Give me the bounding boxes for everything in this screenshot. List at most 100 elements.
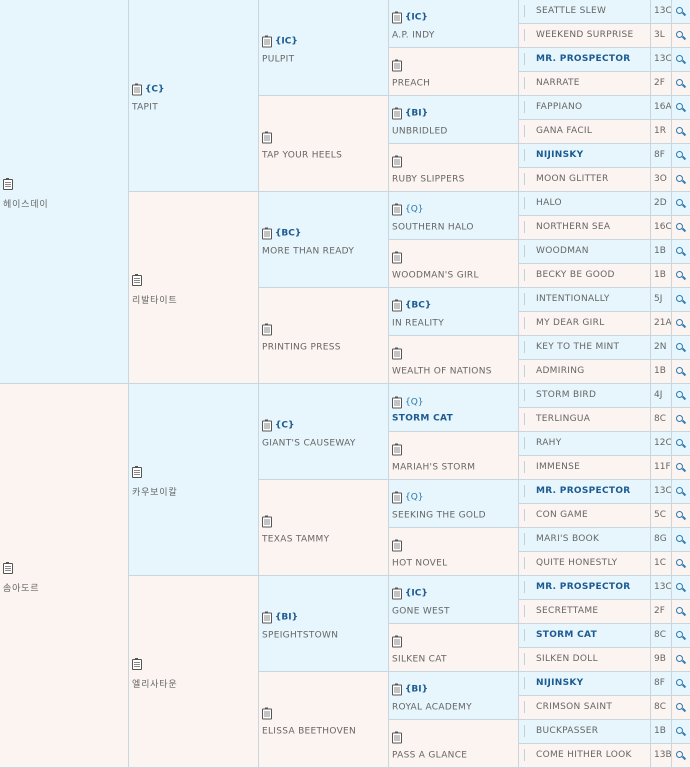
- horse-name-link[interactable]: IN REALITY: [392, 318, 444, 328]
- clipboard-icon[interactable]: [392, 347, 402, 359]
- horse-name-link[interactable]: RUBY SLIPPERS: [392, 174, 465, 184]
- horse-name-link[interactable]: A.P. INDY: [392, 30, 435, 40]
- horse-name-link[interactable]: GIANT'S CAUSEWAY: [262, 438, 356, 448]
- clipboard-icon[interactable]: [392, 396, 402, 408]
- gen5-horse-name[interactable]: NIJINSKY: [519, 144, 651, 167]
- clipboard-icon[interactable]: [3, 561, 13, 574]
- search-icon[interactable]: [673, 264, 688, 287]
- gen5-horse-name[interactable]: QUITE HONESTLY: [519, 552, 651, 575]
- search-icon[interactable]: [673, 624, 688, 647]
- gen5-horse-name[interactable]: MR. PROSPECTOR: [519, 48, 651, 71]
- horse-name-link[interactable]: MARIAH'S STORM: [392, 462, 475, 472]
- clipboard-icon[interactable]: [262, 35, 272, 47]
- horse-name-link[interactable]: SOUTHERN HALO: [392, 222, 474, 232]
- clipboard-icon[interactable]: [392, 731, 402, 743]
- gen5-horse-name[interactable]: GANA FACIL: [519, 120, 651, 143]
- clipboard-icon[interactable]: [132, 83, 142, 95]
- clipboard-icon[interactable]: [262, 515, 272, 527]
- gen5-horse-name[interactable]: WEEKEND SURPRISE: [519, 24, 651, 47]
- gen5-horse-name[interactable]: MOON GLITTER: [519, 168, 651, 191]
- horse-name-link[interactable]: PULPIT: [262, 54, 298, 64]
- search-icon[interactable]: [673, 0, 688, 23]
- search-icon[interactable]: [673, 672, 688, 695]
- search-icon[interactable]: [673, 96, 688, 119]
- gen5-horse-name[interactable]: CRIMSON SAINT: [519, 696, 651, 719]
- clipboard-icon[interactable]: [392, 59, 402, 71]
- search-icon[interactable]: [673, 600, 688, 623]
- search-icon[interactable]: [673, 168, 688, 191]
- horse-name-link[interactable]: TAP YOUR HEELS: [262, 150, 342, 160]
- clipboard-icon[interactable]: [262, 611, 272, 623]
- horse-name-link[interactable]: 엘리사타운: [132, 677, 177, 690]
- search-icon[interactable]: [673, 552, 688, 575]
- clipboard-icon[interactable]: [392, 155, 402, 167]
- search-icon[interactable]: [673, 120, 688, 143]
- clipboard-icon[interactable]: [392, 11, 402, 23]
- horse-name-link[interactable]: SEEKING THE GOLD: [392, 510, 486, 520]
- search-icon[interactable]: [673, 216, 688, 239]
- clipboard-icon[interactable]: [262, 131, 272, 143]
- search-icon[interactable]: [673, 384, 688, 407]
- gen5-horse-name[interactable]: MY DEAR GIRL: [519, 312, 651, 335]
- search-icon[interactable]: [673, 720, 688, 743]
- horse-name-link[interactable]: UNBRIDLED: [392, 126, 448, 136]
- search-icon[interactable]: [673, 432, 688, 455]
- search-icon[interactable]: [673, 456, 688, 479]
- gen5-horse-name[interactable]: STORM CAT: [519, 624, 651, 647]
- gen5-horse-name[interactable]: STORM BIRD: [519, 384, 651, 407]
- horse-name-link[interactable]: PREACH: [392, 78, 430, 88]
- horse-name-link[interactable]: TAPIT: [132, 102, 164, 112]
- horse-name-link[interactable]: WOODMAN'S GIRL: [392, 270, 479, 280]
- search-icon[interactable]: [673, 144, 688, 167]
- horse-name-link[interactable]: PRINTING PRESS: [262, 342, 341, 352]
- gen5-horse-name[interactable]: ADMIRING: [519, 360, 651, 383]
- clipboard-icon[interactable]: [132, 657, 142, 670]
- gen5-horse-name[interactable]: TERLINGUA: [519, 408, 651, 431]
- gen5-horse-name[interactable]: FAPPIANO: [519, 96, 651, 119]
- search-icon[interactable]: [673, 360, 688, 383]
- gen5-horse-name[interactable]: NIJINSKY: [519, 672, 651, 695]
- search-icon[interactable]: [673, 480, 688, 503]
- search-icon[interactable]: [673, 528, 688, 551]
- horse-name-link[interactable]: PASS A GLANCE: [392, 750, 467, 760]
- gen5-horse-name[interactable]: SEATTLE SLEW: [519, 0, 651, 23]
- clipboard-icon[interactable]: [392, 107, 402, 119]
- clipboard-icon[interactable]: [3, 177, 13, 190]
- gen5-horse-name[interactable]: NARRATE: [519, 72, 651, 95]
- gen5-horse-name[interactable]: CON GAME: [519, 504, 651, 527]
- gen5-horse-name[interactable]: MARI'S BOOK: [519, 528, 651, 551]
- gen5-horse-name[interactable]: WOODMAN: [519, 240, 651, 263]
- horse-name-link[interactable]: HOT NOVEL: [392, 558, 447, 568]
- clipboard-icon[interactable]: [392, 299, 402, 311]
- clipboard-icon[interactable]: [132, 273, 142, 286]
- gen5-horse-name[interactable]: RAHY: [519, 432, 651, 455]
- clipboard-icon[interactable]: [392, 635, 402, 647]
- gen5-horse-name[interactable]: HALO: [519, 192, 651, 215]
- search-icon[interactable]: [673, 72, 688, 95]
- clipboard-icon[interactable]: [392, 203, 402, 215]
- gen5-horse-name[interactable]: MR. PROSPECTOR: [519, 480, 651, 503]
- horse-name-link[interactable]: ROYAL ACADEMY: [392, 702, 472, 712]
- clipboard-icon[interactable]: [392, 443, 402, 455]
- search-icon[interactable]: [673, 48, 688, 71]
- horse-name-link[interactable]: 헤이스데이: [3, 197, 48, 210]
- horse-name-link[interactable]: SPEIGHTSTOWN: [262, 630, 338, 640]
- clipboard-icon[interactable]: [262, 323, 272, 335]
- horse-name-link[interactable]: SILKEN CAT: [392, 654, 447, 664]
- gen5-horse-name[interactable]: COME HITHER LOOK: [519, 744, 651, 767]
- clipboard-icon[interactable]: [392, 539, 402, 551]
- clipboard-icon[interactable]: [392, 587, 402, 599]
- search-icon[interactable]: [673, 504, 688, 527]
- clipboard-icon[interactable]: [262, 227, 272, 239]
- search-icon[interactable]: [673, 336, 688, 359]
- search-icon[interactable]: [673, 312, 688, 335]
- gen5-horse-name[interactable]: INTENTIONALLY: [519, 288, 651, 311]
- horse-name-link[interactable]: 솜아도르: [3, 581, 39, 594]
- clipboard-icon[interactable]: [392, 491, 402, 503]
- clipboard-icon[interactable]: [392, 683, 402, 695]
- gen5-horse-name[interactable]: BECKY BE GOOD: [519, 264, 651, 287]
- clipboard-icon[interactable]: [262, 419, 272, 431]
- horse-name-link[interactable]: 카우보이칼: [132, 485, 177, 498]
- search-icon[interactable]: [673, 648, 688, 671]
- search-icon[interactable]: [673, 24, 688, 47]
